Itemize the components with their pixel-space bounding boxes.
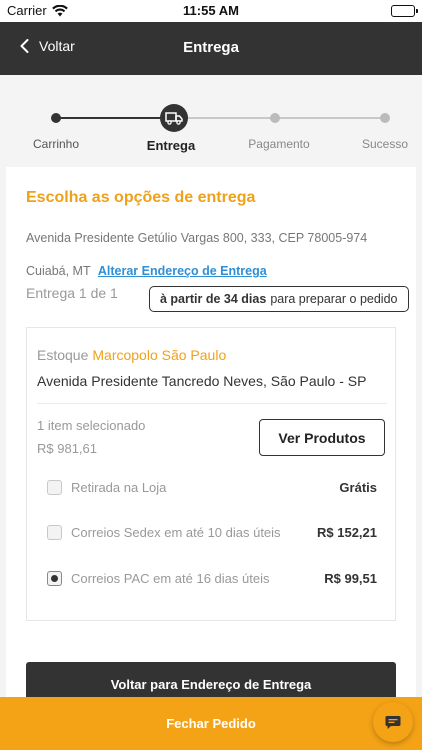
- step-label-sucesso: Sucesso: [361, 137, 409, 151]
- stock-title: Estoque Marcopolo São Paulo: [37, 347, 226, 363]
- prep-time-bold: à partir de 34 dias: [160, 292, 267, 306]
- stepper-remaining-line: [174, 117, 386, 119]
- stock-address: Avenida Presidente Tancredo Neves, São P…: [37, 373, 367, 389]
- prep-time-badge: à partir de 34 dias para preparar o pedi…: [149, 286, 409, 312]
- divider: [37, 403, 387, 404]
- prep-time-rest: para preparar o pedido: [270, 292, 398, 306]
- items-price: R$ 981,61: [37, 441, 97, 456]
- close-order-label: Fechar Pedido: [166, 716, 256, 731]
- option-price: Grátis: [339, 479, 377, 495]
- stock-prefix: Estoque: [37, 347, 89, 363]
- truck-icon: [165, 112, 183, 125]
- delivery-card: Escolha as opções de entrega Avenida Pre…: [6, 167, 416, 707]
- option-price: R$ 152,21: [317, 524, 377, 540]
- shipping-option-sedex[interactable]: Correios Sedex em até 10 dias úteis R$ 1…: [47, 522, 377, 542]
- checkout-stepper: Carrinho Entrega Pagamento Sucesso: [0, 75, 422, 167]
- option-checkbox[interactable]: [47, 479, 62, 495]
- page-title: Entrega: [183, 39, 239, 56]
- shipping-option-retirada[interactable]: Retirada na Loja Grátis: [47, 477, 377, 497]
- stock-box: Estoque Marcopolo São Paulo Avenida Presi…: [26, 327, 396, 621]
- step-label-entrega: Entrega: [146, 138, 196, 153]
- shipping-option-pac[interactable]: Correios PAC em até 16 dias úteis R$ 99,…: [47, 568, 377, 588]
- option-checkbox[interactable]: [47, 524, 62, 540]
- option-label: Retirada na Loja: [71, 479, 167, 495]
- chat-icon: [385, 715, 401, 729]
- step-current-entrega: [160, 104, 188, 132]
- step-label-pagamento: Pagamento: [248, 137, 310, 151]
- option-checkbox-selected[interactable]: [47, 570, 62, 586]
- entrega-count: Entrega 1 de 1: [26, 285, 118, 301]
- delivery-address: Avenida Presidente Getúlio Vargas 800, 3…: [26, 222, 411, 288]
- change-address-link[interactable]: Alterar Endereço de Entrega: [98, 264, 267, 278]
- option-label: Correios Sedex em até 10 dias úteis: [71, 524, 281, 540]
- delivery-heading: Escolha as opções de entrega: [26, 189, 256, 206]
- nav-bar: Voltar Entrega: [0, 22, 422, 75]
- step-dot-sucesso: [380, 113, 390, 123]
- option-price: R$ 99,51: [324, 570, 377, 586]
- stepper-progress-line: [56, 117, 174, 119]
- battery-icon: [391, 5, 418, 17]
- option-label: Correios PAC em até 16 dias úteis: [71, 570, 270, 586]
- clock: 11:55 AM: [183, 3, 239, 18]
- items-selected: 1 item selecionado: [37, 418, 146, 433]
- step-dot-pagamento: [270, 113, 280, 123]
- step-label-carrinho: Carrinho: [32, 137, 80, 151]
- close-order-button[interactable]: Fechar Pedido: [0, 697, 422, 750]
- status-bar: Carrier 11:55 AM: [0, 0, 422, 22]
- chat-button[interactable]: [373, 702, 413, 742]
- step-dot-carrinho: [51, 113, 61, 123]
- view-products-button[interactable]: Ver Produtos: [259, 419, 385, 456]
- stock-name: Marcopolo São Paulo: [92, 347, 227, 363]
